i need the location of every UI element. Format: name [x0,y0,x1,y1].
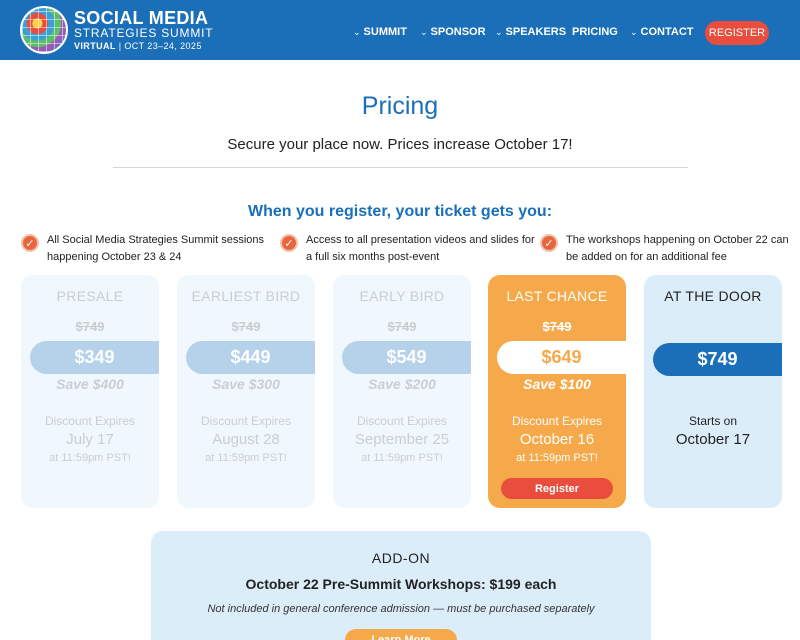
logo-subtitle[interactable]: STRATEGIES SUMMIT [74,27,213,40]
card-expires-time: at 11:59pm PST! [205,452,287,464]
card-expires-label: Discount Expires [44,414,136,428]
chevron-down-icon: ⌄ [420,26,428,37]
card-tier: EARLIEST BIRD [191,288,301,304]
logo-virtual: VIRTUAL [74,41,116,51]
addon-label: ADD-ON [371,550,431,566]
checkmark-icon: ✓ [280,234,298,252]
nav-summit-label: SUMMIT [363,26,407,38]
card-expires-time: at 11:59pm PST! [361,452,443,464]
chevron-down-icon: ⌄ [353,26,361,37]
card-expires-label: Discount Expires [200,414,292,428]
logo-globe-icon[interactable] [20,6,68,54]
benefit-text: The workshops happening on October 22 ca… [566,234,789,263]
price-card-at-the-door: AT THE DOOR $749 Starts on October 17 [644,275,782,508]
price-card-early-bird: EARLY BIRD $749 $549 Save $200 Discount … [333,275,471,508]
card-expires-date: September 25 [354,431,450,448]
nav-pricing-label: PRICING [572,26,618,38]
card-old-price: $749 [387,319,417,334]
nav-sponsor-label: SPONSOR [430,26,486,38]
card-starts-label: Starts on [688,414,738,428]
addon-panel: ADD-ON October 22 Pre-Summit Workshops: … [151,531,651,640]
benefits-title: When you register, your ticket gets you: [247,203,553,220]
card-savings: Save $200 [368,376,436,392]
card-price: $749 [653,343,782,376]
card-tier: EARLY BIRD [359,288,445,304]
nav-contact-label: CONTACT [640,26,694,38]
nav-pricing[interactable]: PRICING [572,26,618,38]
checkmark-icon: ✓ [21,234,39,252]
nav-speakers-label: SPEAKERS [505,26,567,38]
header-register-button[interactable]: REGISTER [705,21,769,45]
addon-note: Not included in general conference admis… [207,603,595,615]
price-card-earliest-bird: EARLIEST BIRD $749 $449 Save $300 Discou… [177,275,315,508]
nav-contact[interactable]: ⌄ CONTACT [630,26,694,38]
checkmark-icon: ✓ [540,234,558,252]
card-tier: AT THE DOOR [664,288,762,304]
card-expires-date: July 17 [66,431,114,448]
benefit-text: All Social Media Strategies Summit sessi… [47,234,265,263]
card-price: $649 [497,341,626,374]
page-subtitle: Secure your place now. Prices increase O… [227,136,573,153]
card-price: $449 [186,341,315,374]
learn-more-button[interactable]: Learn More [345,629,457,640]
card-expires-time: at 11:59pm PST! [49,452,131,464]
chevron-down-icon: ⌄ [495,26,503,37]
price-card-last-chance: LAST CHANCE $749 $649 Save $100 Discount… [488,275,626,508]
logo-dates: VIRTUAL | OCT 23–24, 2025 [74,41,202,52]
card-tier: PRESALE [56,288,124,304]
benefit-text: Access to all presentation videos and sl… [306,234,535,263]
price-card-presale: PRESALE $749 $349 Save $400 Discount Exp… [21,275,159,508]
divider [113,167,688,168]
card-expires-date: August 28 [212,431,280,448]
card-starts-date: October 17 [675,431,751,448]
card-old-price: $749 [75,319,105,334]
card-expires-time: at 11:59pm PST! [516,452,598,464]
card-price: $349 [30,341,159,374]
nav-speakers[interactable]: ⌄ SPEAKERS [495,26,566,38]
card-savings: Save $100 [523,376,591,392]
card-register-button[interactable]: Register [501,478,613,499]
card-expires-label: Discount Expires [511,414,603,428]
card-savings: Save $300 [212,376,280,392]
nav-summit[interactable]: ⌄ SUMMIT [353,26,407,38]
card-old-price: $749 [542,319,572,334]
card-price: $549 [342,341,471,374]
logo-title[interactable]: SOCIAL MEDIA [74,9,208,27]
card-savings: Save $400 [56,376,124,392]
nav-sponsor[interactable]: ⌄ SPONSOR [420,26,486,38]
site-header: SOCIAL MEDIA STRATEGIES SUMMIT VIRTUAL |… [0,0,800,60]
card-expires-label: Discount Expires [356,414,448,428]
card-tier: LAST CHANCE [506,288,608,304]
logo-date-range: | OCT 23–24, 2025 [118,41,202,51]
chevron-down-icon: ⌄ [630,26,638,37]
page-title: Pricing [361,92,439,120]
addon-title: October 22 Pre-Summit Workshops: $199 ea… [245,576,557,592]
card-expires-date: October 16 [519,431,595,448]
card-old-price: $749 [231,319,261,334]
